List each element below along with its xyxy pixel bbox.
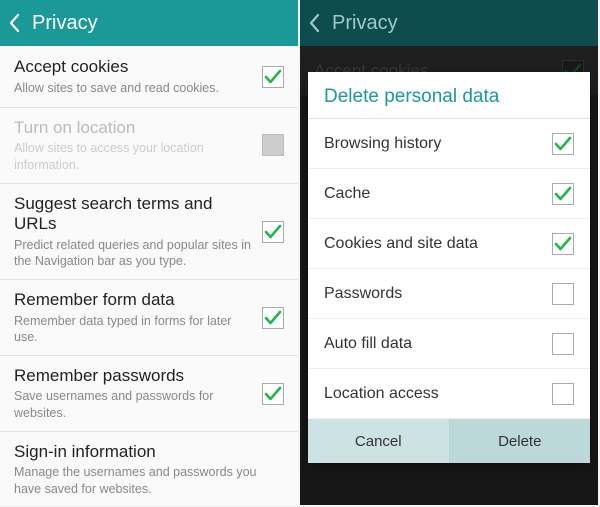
checkbox[interactable]: [262, 221, 284, 243]
dialog-item-label: Browsing history: [324, 135, 441, 153]
dialog-title: Delete personal data: [308, 72, 590, 119]
setting-sign-in-information[interactable]: Sign-in information Manage the usernames…: [0, 432, 298, 505]
setting-title: Remember form data: [14, 290, 254, 310]
header-title: Privacy: [32, 12, 98, 35]
checkmark-icon: [554, 186, 572, 202]
dialog-item-label: Location access: [324, 385, 439, 403]
checkbox[interactable]: [262, 66, 284, 88]
setting-subtitle: Allow sites to save and read cookies.: [14, 80, 254, 96]
dialog-item-label: Cache: [324, 185, 370, 203]
back-icon: [8, 13, 22, 33]
privacy-settings-screen: Privacy Accept cookies Allow sites to sa…: [0, 0, 298, 505]
dialog-item-label: Auto fill data: [324, 335, 412, 353]
setting-subtitle: Allow sites to access your location info…: [14, 140, 254, 173]
checkmark-icon: [264, 224, 282, 240]
setting-title: Remember passwords: [14, 366, 254, 386]
checkmark-icon: [554, 136, 572, 152]
checkbox[interactable]: [552, 383, 574, 405]
dialog-item-autofill[interactable]: Auto fill data: [308, 319, 590, 369]
setting-subtitle: Remember data typed in forms for later u…: [14, 313, 254, 346]
delete-button[interactable]: Delete: [450, 419, 591, 463]
checkmark-icon: [264, 310, 282, 326]
back-button[interactable]: [8, 13, 22, 33]
header: Privacy: [300, 0, 598, 46]
back-icon: [308, 13, 322, 33]
dialog-item-cookies[interactable]: Cookies and site data: [308, 219, 590, 269]
checkmark-icon: [264, 69, 282, 85]
dialog-item-browsing-history[interactable]: Browsing history: [308, 119, 590, 169]
setting-accept-cookies[interactable]: Accept cookies Allow sites to save and r…: [0, 46, 298, 108]
dialog-item-location-access[interactable]: Location access: [308, 369, 590, 419]
setting-title: Accept cookies: [14, 57, 254, 77]
checkbox[interactable]: [552, 183, 574, 205]
header-title: Privacy: [332, 12, 398, 35]
cancel-button[interactable]: Cancel: [308, 419, 450, 463]
dialog-item-label: Passwords: [324, 285, 402, 303]
setting-title: Turn on location: [14, 118, 254, 138]
checkbox-disabled: [262, 134, 284, 156]
delete-personal-data-dialog: Delete personal data Browsing history Ca…: [308, 72, 590, 463]
back-button: [308, 13, 322, 33]
dialog-item-cache[interactable]: Cache: [308, 169, 590, 219]
header: Privacy: [0, 0, 298, 46]
checkmark-icon: [554, 236, 572, 252]
button-label: Delete: [498, 433, 541, 450]
checkbox[interactable]: [262, 383, 284, 405]
setting-subtitle: Save usernames and passwords for website…: [14, 388, 254, 421]
checkbox[interactable]: [262, 307, 284, 329]
setting-subtitle: Predict related queries and popular site…: [14, 237, 254, 270]
setting-turn-on-location: Turn on location Allow sites to access y…: [0, 108, 298, 184]
checkbox[interactable]: [552, 233, 574, 255]
setting-suggest-search[interactable]: Suggest search terms and URLs Predict re…: [0, 184, 298, 280]
button-label: Cancel: [355, 433, 402, 450]
checkbox[interactable]: [552, 283, 574, 305]
checkmark-icon: [264, 386, 282, 402]
checkbox[interactable]: [552, 333, 574, 355]
dialog-buttons: Cancel Delete: [308, 419, 590, 463]
setting-title: Sign-in information: [14, 442, 276, 462]
setting-remember-passwords[interactable]: Remember passwords Save usernames and pa…: [0, 356, 298, 432]
dialog-item-passwords[interactable]: Passwords: [308, 269, 590, 319]
setting-title: Suggest search terms and URLs: [14, 194, 254, 235]
checkbox[interactable]: [552, 133, 574, 155]
dialog-item-label: Cookies and site data: [324, 235, 478, 253]
privacy-settings-dialog-screen: Privacy Accept cookies Delete personal d…: [300, 0, 598, 505]
settings-list: Accept cookies Allow sites to save and r…: [0, 46, 298, 505]
setting-remember-form-data[interactable]: Remember form data Remember data typed i…: [0, 280, 298, 356]
setting-subtitle: Manage the usernames and passwords you h…: [14, 464, 276, 497]
